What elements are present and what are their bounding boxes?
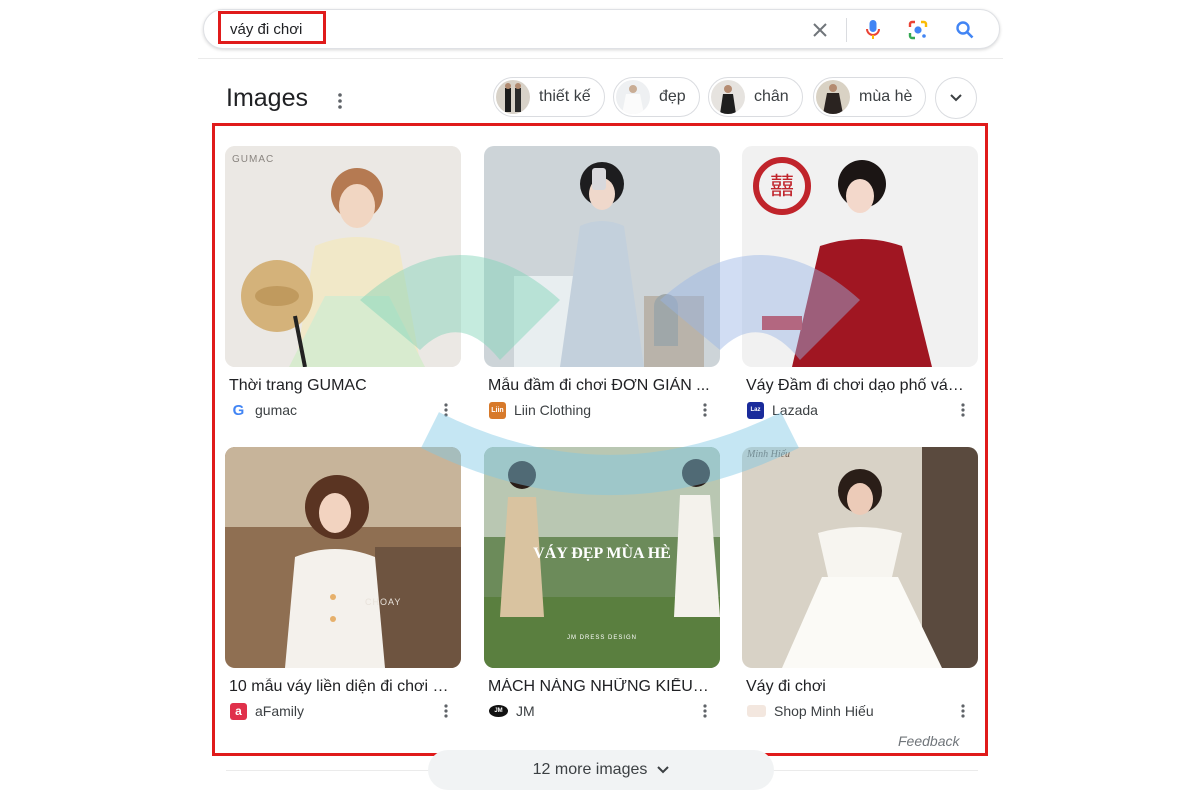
image-brand-text: GUMAC [232,154,275,165]
result-image[interactable]: GUMAC [225,146,461,367]
chip-label: chân [754,88,789,105]
search-icon[interactable] [953,18,977,42]
chevron-down-icon [950,94,962,102]
more-options-icon[interactable] [700,702,710,720]
more-options-icon[interactable] [333,91,347,111]
search-divider [846,18,847,42]
chip-label: đẹp [659,88,686,105]
image-headline-text: VÁY ĐẸP MÙA HÈ [533,545,671,562]
feedback-link[interactable]: Feedback [898,733,959,749]
jm-favicon-icon: JM [489,705,508,717]
shop-favicon-icon [747,705,766,717]
result-title[interactable]: 10 mẫu váy liền diện đi chơi c... [229,678,453,696]
image-result-card[interactable]: VÁY ĐẸP MÙA HÈ JM DRESS DESIGN MÁCH NÀNG… [484,447,720,720]
source-name: JM [516,703,535,719]
search-input[interactable]: váy đi chơi [218,11,326,44]
images-section-title: Images [226,84,308,112]
result-image[interactable]: 囍 [742,146,978,367]
result-title[interactable]: Thời trang GUMAC [229,377,453,395]
more-images-button[interactable]: 12 more images [428,750,774,790]
chip-mua-he[interactable]: mùa hè [813,77,927,117]
afamily-favicon-icon: a [230,702,247,720]
image-watermark-text: CHOAY [365,597,402,607]
result-title[interactable]: Váy đi chơi [746,678,970,696]
result-image[interactable]: CHOAY [225,447,461,668]
more-options-icon[interactable] [700,401,710,419]
header-divider [198,58,1003,59]
more-options-icon[interactable] [958,702,968,720]
source-name: Liin Clothing [514,402,592,418]
chip-label: thiết kế [539,88,591,105]
image-logo-text: Minh Hiếu [747,449,791,460]
image-result-card[interactable]: GUMAC Thời trang GUMAC G gumac [225,146,461,419]
image-result-card[interactable]: CHOAY 10 mẫu váy liền diện đi chơi c... … [225,447,461,720]
result-source[interactable]: a aFamily [230,702,461,720]
more-images-label: 12 more images [532,761,648,778]
more-options-icon[interactable] [958,401,968,419]
result-title[interactable]: Mẫu đầm đi chơi ĐƠN GIẢN ... [488,377,712,395]
liin-favicon-icon: Liin [489,401,506,419]
chip-thiet-ke[interactable]: thiết kế [493,77,605,117]
image-subheadline-text: JM DRESS DESIGN [566,635,637,641]
chip-thumbnail [616,80,650,114]
result-source[interactable]: Shop Minh Hiếu [747,702,978,720]
lens-icon[interactable] [906,18,930,42]
image-result-card[interactable]: Mẫu đầm đi chơi ĐƠN GIẢN ... Liin Liin C… [484,146,720,419]
chip-thumbnail [816,80,850,114]
chip-thumbnail [711,80,745,114]
close-icon[interactable] [808,18,832,42]
result-source[interactable]: Laz Lazada [747,401,978,419]
search-query-text: váy đi chơi [230,21,303,38]
result-image[interactable] [484,146,720,367]
chevron-down-icon [657,766,670,774]
chip-thumbnail [496,80,530,114]
search-bar[interactable]: váy đi chơi [203,9,1000,49]
microphone-icon[interactable] [861,18,885,42]
chip-label: mùa hè [859,88,913,105]
source-name: gumac [255,402,298,418]
source-name: Shop Minh Hiếu [774,703,874,719]
chip-chan[interactable]: chân [708,77,803,117]
lazada-favicon-icon: Laz [747,401,764,419]
result-image[interactable]: VÁY ĐẸP MÙA HÈ JM DRESS DESIGN [484,447,720,668]
chip-dep[interactable]: đẹp [613,77,700,117]
chips-expand-button[interactable] [935,77,977,119]
more-options-icon[interactable] [441,702,451,720]
more-options-icon[interactable] [441,401,451,419]
result-title[interactable]: Váy Đầm đi chơi dạo phố váy ... [746,377,970,395]
source-name: Lazada [772,402,818,418]
google-favicon-icon: G [232,401,245,419]
result-source[interactable]: JM JM [489,702,720,720]
result-image[interactable]: Minh Hiếu [742,447,978,668]
image-result-card[interactable]: Minh Hiếu Váy đi chơi Shop Minh Hiếu [742,447,978,720]
result-source[interactable]: G gumac [230,401,461,419]
image-result-card[interactable]: 囍 Váy Đầm đi chơi dạo phố váy ... Laz La… [742,146,978,419]
svg-text:囍: 囍 [770,172,794,200]
source-name: aFamily [255,703,305,719]
result-title[interactable]: MÁCH NÀNG NHỮNG KIỂU V... [488,678,712,696]
result-source[interactable]: Liin Liin Clothing [489,401,720,419]
